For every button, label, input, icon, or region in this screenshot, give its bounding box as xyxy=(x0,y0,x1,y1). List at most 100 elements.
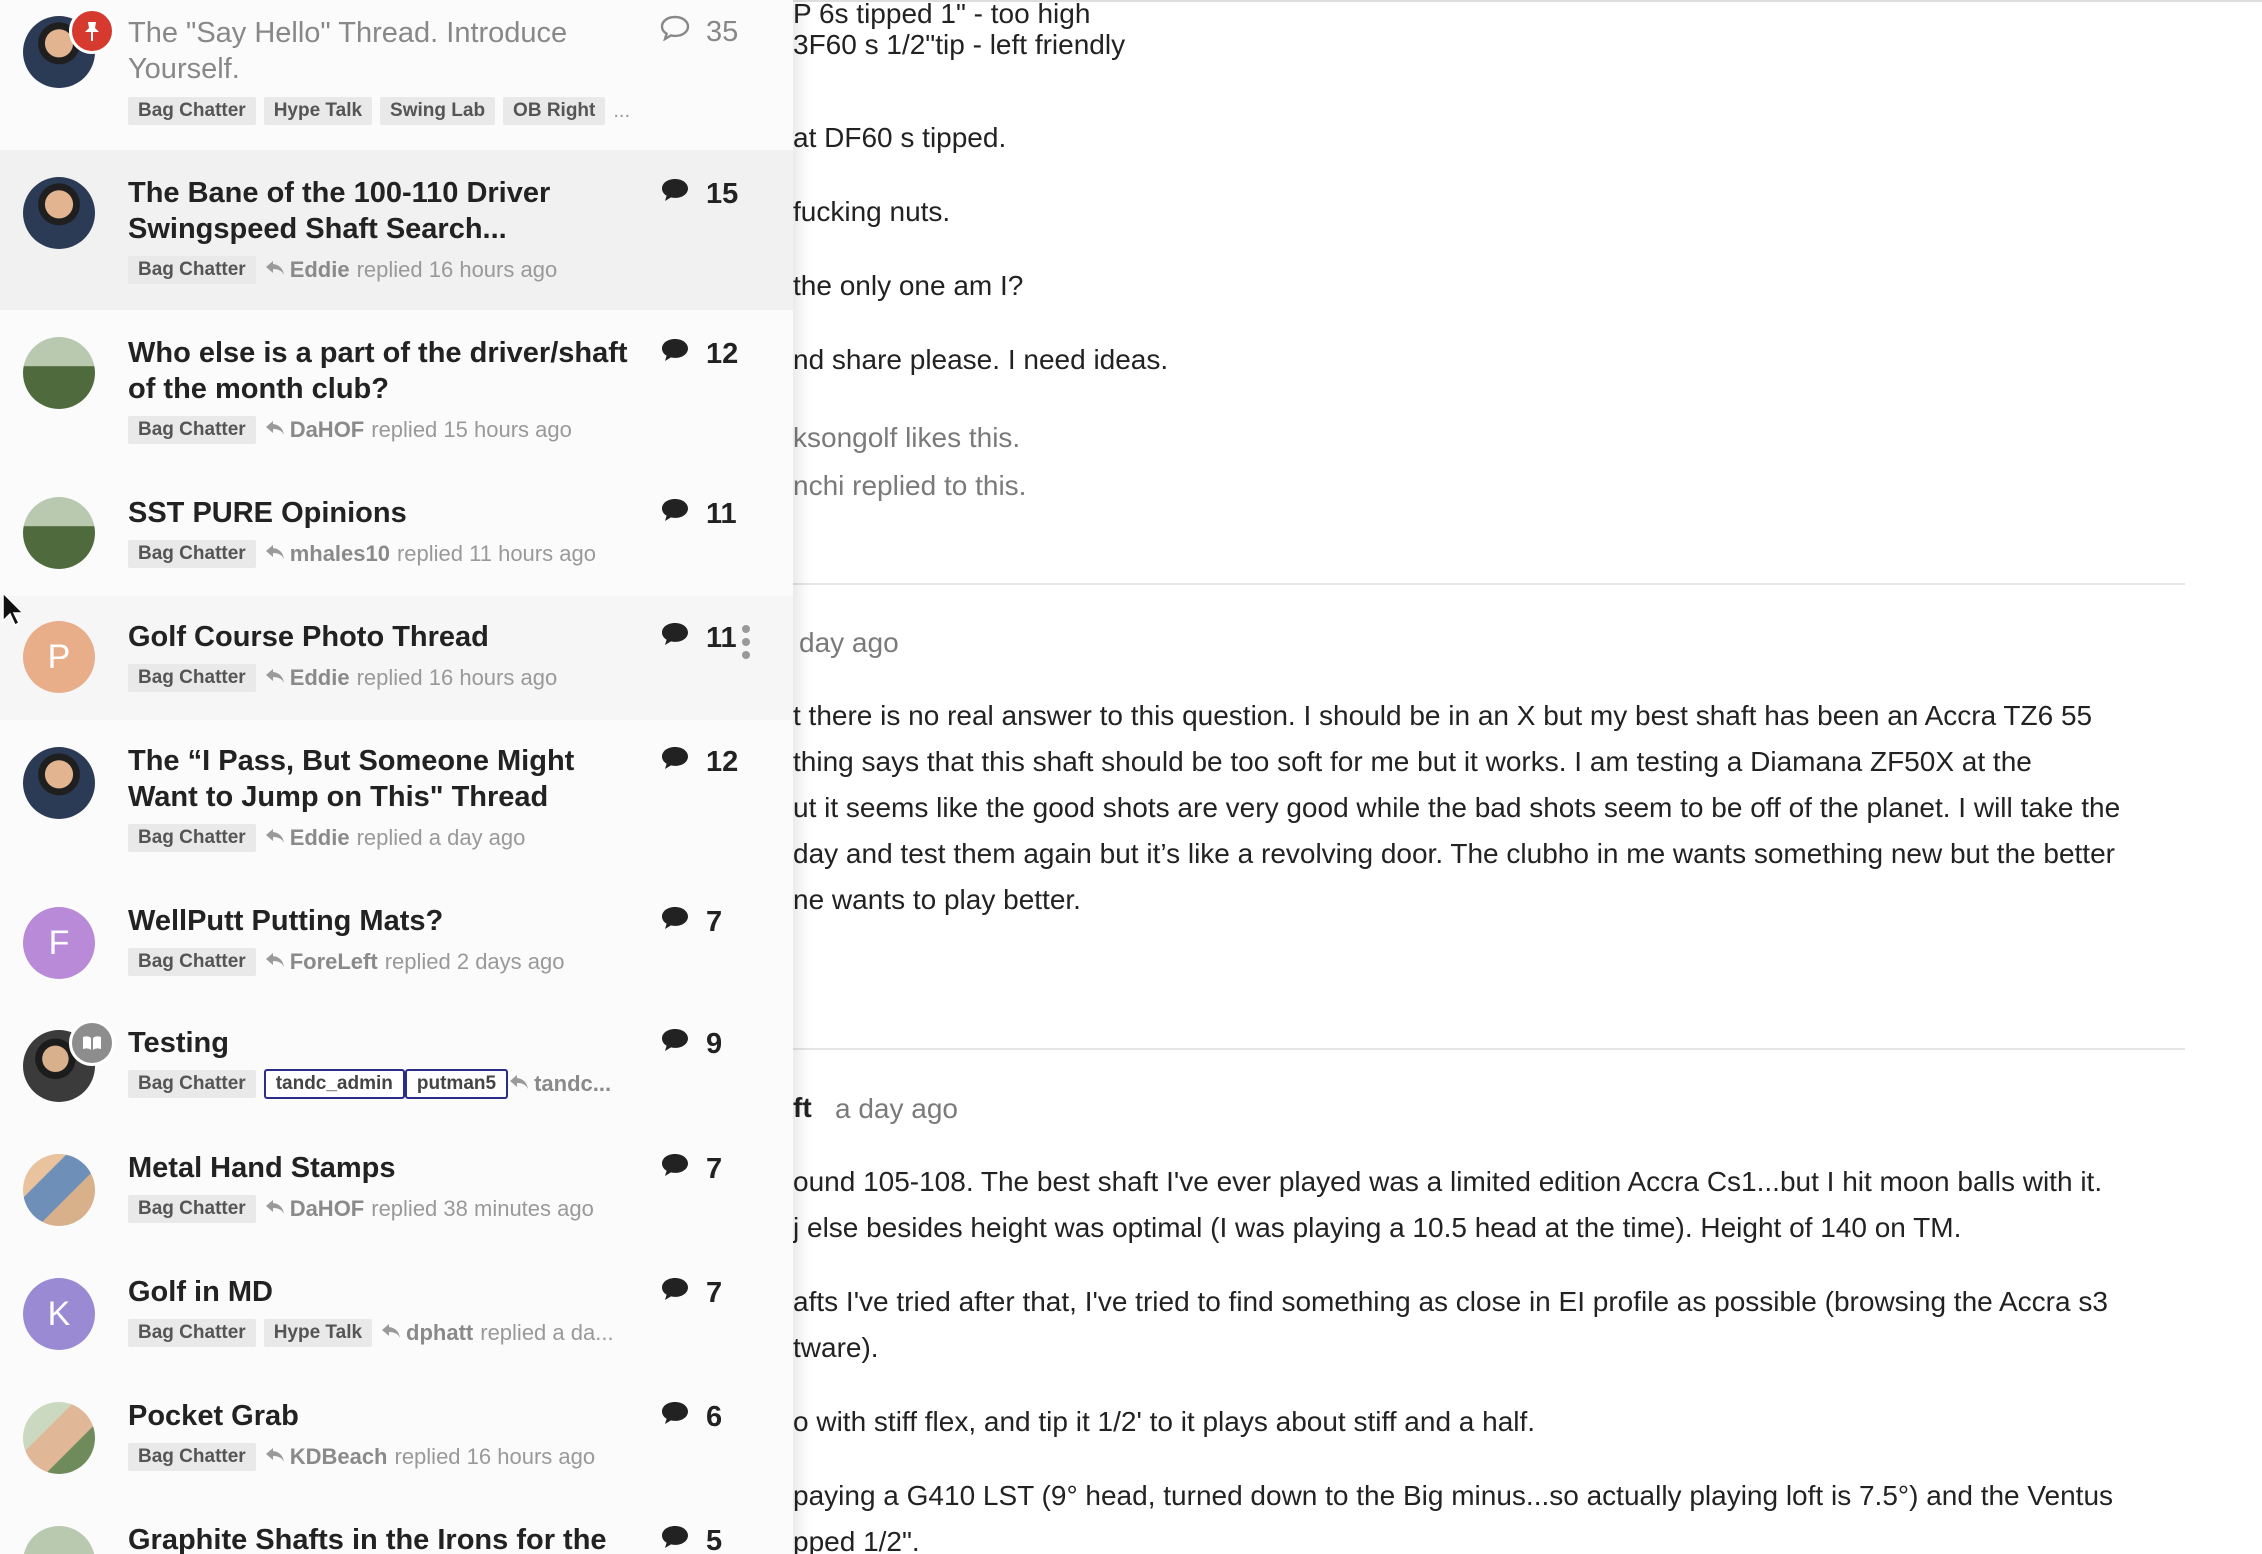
post-divider xyxy=(793,583,2185,585)
reply-count-value: 7 xyxy=(706,1152,723,1185)
category-tag[interactable]: Hype Talk xyxy=(263,1319,373,1347)
reply-count-value: 12 xyxy=(706,337,739,370)
post-line: paying a G410 LST (9° head, turned down … xyxy=(793,1480,2114,1511)
comment-bubble-icon xyxy=(660,177,690,211)
reply-user[interactable]: DaHOF xyxy=(290,1196,365,1222)
topic-title[interactable]: Golf in MD xyxy=(128,1274,648,1310)
avatar[interactable] xyxy=(23,1154,95,1226)
user-tag[interactable]: putman5 xyxy=(404,1069,509,1099)
category-tag[interactable]: Bag Chatter xyxy=(128,824,256,852)
avatar[interactable] xyxy=(23,747,95,819)
category-tag[interactable]: Bag Chatter xyxy=(128,1070,256,1098)
topic-item[interactable]: Pocket Grab 6 Bag Chatter KDBeach replie… xyxy=(0,1376,793,1500)
topic-item[interactable]: K Golf in MD 7 Bag Chatter Hype Talk dph… xyxy=(0,1252,793,1376)
last-reply: Eddie replied a day ago xyxy=(264,825,525,851)
topic-item[interactable]: F WellPutt Putting Mats? 7 Bag Chatter F… xyxy=(0,880,793,1004)
category-tag[interactable]: Bag Chatter xyxy=(128,256,256,284)
last-reply: dphatt replied a da... xyxy=(380,1320,614,1346)
post-author[interactable]: ft xyxy=(793,1088,812,1128)
post-line: thing says that this shaft should be too… xyxy=(793,746,2032,777)
post-line: nd share please. I need ideas. xyxy=(793,344,1169,375)
reply-arrow-icon xyxy=(264,1196,286,1222)
comment-bubble-icon xyxy=(660,337,690,371)
avatar[interactable]: P xyxy=(23,621,95,693)
reply-user[interactable]: Eddie xyxy=(290,825,350,851)
reply-user[interactable]: Eddie xyxy=(290,665,350,691)
avatar[interactable]: F xyxy=(23,907,95,979)
comment-bubble-icon xyxy=(660,1524,690,1554)
reply-count: 9 xyxy=(660,1027,722,1061)
topic-title[interactable]: WellPutt Putting Mats? xyxy=(128,903,648,939)
topic-title[interactable]: The “I Pass, But Someone Might Want to J… xyxy=(128,743,648,815)
reply-user[interactable]: KDBeach xyxy=(290,1444,388,1470)
topic-item[interactable]: Testing 9 Bag Chatter tandc_admin putman… xyxy=(0,1004,793,1128)
topic-item[interactable]: Metal Hand Stamps 7 Bag Chatter DaHOF re… xyxy=(0,1128,793,1252)
post-timestamp[interactable]: day ago xyxy=(799,623,899,663)
avatar[interactable]: K xyxy=(23,1278,95,1350)
reply-user[interactable]: mhales10 xyxy=(290,541,390,567)
category-tag[interactable]: OB Right xyxy=(503,97,606,125)
reply-user[interactable]: ForeLeft xyxy=(290,949,378,975)
topic-tags: Bag Chatter Hype Talk Swing Lab OB Right… xyxy=(128,95,630,127)
avatar[interactable] xyxy=(23,1402,95,1474)
category-tag[interactable]: Bag Chatter xyxy=(128,1443,256,1471)
reply-count: 12 xyxy=(660,337,738,371)
post-line: ne wants to play better. xyxy=(793,884,1081,915)
topic-item[interactable]: The “I Pass, But Someone Might Want to J… xyxy=(0,720,793,880)
last-reply: ForeLeft replied 2 days ago xyxy=(264,949,564,975)
post-line: j else besides height was optimal (I was… xyxy=(793,1212,1962,1243)
topic-tags: Bag Chatter Eddie replied 16 hours ago xyxy=(128,662,557,694)
more-tags-ellipsis: ... xyxy=(613,99,631,122)
topic-title[interactable]: SST PURE Opinions xyxy=(128,495,648,531)
category-tag[interactable]: Bag Chatter xyxy=(128,664,256,692)
topic-item[interactable]: P Golf Course Photo Thread 11 Bag Chatte… xyxy=(0,596,793,720)
topic-item[interactable]: Graphite Shafts in the Irons for the 5 xyxy=(0,1500,793,1554)
reply-notice[interactable]: nchi replied to this. xyxy=(793,466,1026,506)
reply-count-value: 7 xyxy=(706,905,723,938)
category-tag[interactable]: Bag Chatter xyxy=(128,1195,256,1223)
topic-item[interactable]: The "Say Hello" Thread. Introduce Yourse… xyxy=(0,0,793,150)
comment-bubble-icon xyxy=(660,1027,690,1061)
topic-title[interactable]: Testing xyxy=(128,1025,648,1061)
vertical-ellipsis-icon[interactable] xyxy=(740,624,752,665)
category-tag[interactable]: Bag Chatter xyxy=(128,540,256,568)
category-tag[interactable]: Swing Lab xyxy=(380,97,496,125)
topic-item[interactable]: The Bane of the 100-110 Driver Swingspee… xyxy=(0,150,793,310)
reply-count-value: 6 xyxy=(706,1400,723,1433)
topic-title[interactable]: Graphite Shafts in the Irons for the xyxy=(128,1522,648,1554)
avatar-letter: F xyxy=(48,923,70,962)
reply-count-value: 11 xyxy=(706,621,737,654)
topic-tags: Bag Chatter DaHOF replied 15 hours ago xyxy=(128,414,572,446)
reply-user[interactable]: Eddie xyxy=(290,257,350,283)
reply-count: 35 xyxy=(660,15,738,49)
avatar[interactable] xyxy=(23,497,95,569)
likes-notice[interactable]: ksongolf likes this. xyxy=(793,418,1020,458)
category-tag[interactable]: Bag Chatter xyxy=(128,416,256,444)
topic-title[interactable]: Golf Course Photo Thread xyxy=(128,619,648,655)
last-reply: mhales10 replied 11 hours ago xyxy=(264,541,596,567)
avatar[interactable] xyxy=(23,337,95,409)
category-tag[interactable]: Hype Talk xyxy=(263,97,373,125)
user-tag[interactable]: tandc_admin xyxy=(263,1069,405,1099)
category-tag[interactable]: Bag Chatter xyxy=(128,97,256,125)
topic-item[interactable]: SST PURE Opinions 11 Bag Chatter mhales1… xyxy=(0,470,793,594)
topic-title[interactable]: The "Say Hello" Thread. Introduce Yourse… xyxy=(128,15,648,87)
topic-tags: Bag Chatter mhales10 replied 11 hours ag… xyxy=(128,538,596,570)
reply-user[interactable]: DaHOF xyxy=(290,417,365,443)
category-tag[interactable]: Bag Chatter xyxy=(128,1319,256,1347)
post-timestamp[interactable]: a day ago xyxy=(835,1089,958,1129)
avatar[interactable] xyxy=(23,1526,95,1554)
last-reply: KDBeach replied 16 hours ago xyxy=(264,1444,595,1470)
book-icon xyxy=(69,1020,115,1066)
reply-user[interactable]: dphatt xyxy=(406,1320,473,1346)
topic-title[interactable]: Metal Hand Stamps xyxy=(128,1150,648,1186)
last-reply: DaHOF replied 15 hours ago xyxy=(264,417,572,443)
avatar[interactable] xyxy=(23,177,95,249)
reply-user[interactable]: tandc... xyxy=(534,1071,611,1097)
topic-item[interactable]: Who else is a part of the driver/shaft o… xyxy=(0,310,793,470)
category-tag[interactable]: Bag Chatter xyxy=(128,948,256,976)
comment-bubble-icon xyxy=(660,1152,690,1186)
topic-title[interactable]: Who else is a part of the driver/shaft o… xyxy=(128,335,648,407)
topic-title[interactable]: Pocket Grab xyxy=(128,1398,648,1434)
topic-title[interactable]: The Bane of the 100-110 Driver Swingspee… xyxy=(128,175,648,247)
